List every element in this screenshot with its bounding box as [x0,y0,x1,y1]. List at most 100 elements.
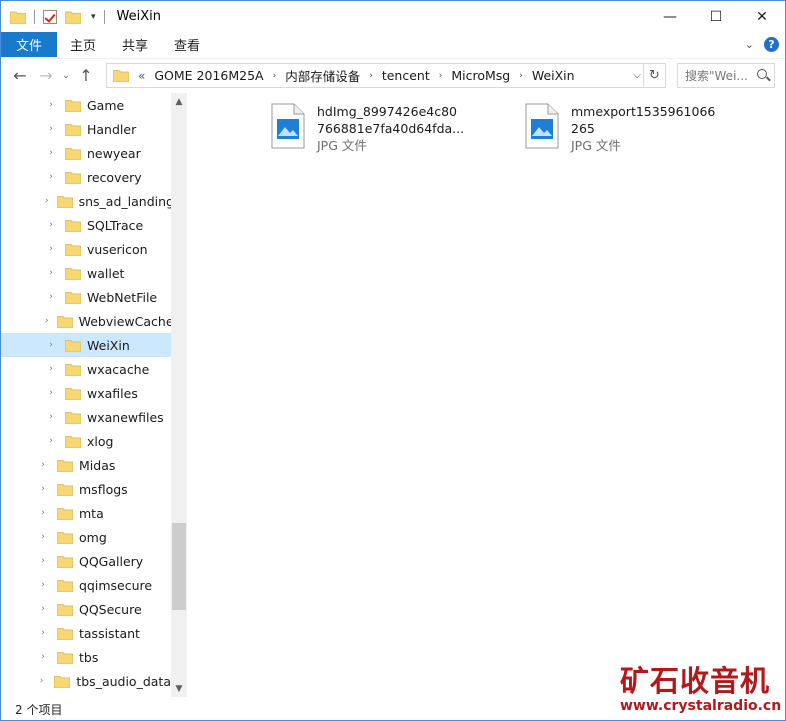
expand-arrow-icon[interactable]: › [37,676,46,686]
tree-item[interactable]: › Handler [1,117,171,141]
scroll-up-icon[interactable]: ▲ [171,93,187,110]
tree-item[interactable]: › SQLTrace [1,213,171,237]
tree-item[interactable]: › QQGallery [1,549,171,573]
window-title: WeiXin [116,9,161,24]
tree-item-label: newyear [87,145,141,161]
minimize-button[interactable]: — [647,1,693,32]
expand-arrow-icon[interactable]: › [45,172,57,182]
tree-item[interactable]: › sns_ad_landing [1,189,174,213]
properties-icon[interactable] [43,9,57,24]
tree-item[interactable]: › wxanewfiles [1,405,171,429]
up-button[interactable]: ↑ [73,66,99,85]
expand-arrow-icon[interactable]: › [37,580,49,590]
search-icon [757,69,767,79]
chevron-right-icon[interactable]: › [270,71,280,81]
expand-arrow-icon[interactable]: › [37,508,49,518]
address-bar[interactable]: « GOME 2016M25A › 内部存储设备 › tencent › Mic… [106,63,666,88]
tree-item[interactable]: › tassistant [1,621,171,645]
tree-item[interactable]: › wallet [1,261,171,285]
tree-item[interactable]: › Game [1,93,171,117]
breadcrumb-item[interactable]: WeiXin [526,68,581,83]
folder-icon [65,99,81,112]
folder-icon[interactable] [10,10,26,24]
tree-item-label: recovery [87,169,142,185]
customize-toolbar-icon[interactable]: ▾ [91,12,96,22]
breadcrumb-item[interactable]: GOME 2016M25A [148,68,269,83]
expand-arrow-icon[interactable]: › [37,556,49,566]
recent-locations-button[interactable]: ⌄ [59,71,73,81]
maximize-button[interactable]: ☐ [693,1,739,32]
folder-icon [57,627,73,640]
tree-item[interactable]: › tbs [1,645,171,669]
toolbar-divider [103,9,105,24]
breadcrumb-item[interactable]: tencent [376,68,436,83]
expand-arrow-icon[interactable]: › [37,604,49,614]
tab-file[interactable]: 文件 [1,32,57,57]
back-button[interactable]: ← [7,66,33,85]
tree-item[interactable]: › omg [1,525,171,549]
tree-item[interactable]: › qqimsecure [1,573,171,597]
expand-arrow-icon[interactable]: › [37,652,49,662]
expand-arrow-icon[interactable]: › [45,268,57,278]
breadcrumb-item[interactable]: 内部存储设备 [279,66,366,85]
nav-scrollbar[interactable]: ▲ ▼ [171,93,187,697]
search-input[interactable]: 搜索"Wei... [677,63,775,88]
expand-arrow-icon[interactable]: › [37,460,49,470]
file-item[interactable]: hdImg_8997426e4c80 766881e7fa40d64fda...… [271,103,521,163]
expand-arrow-icon[interactable]: › [45,148,57,158]
folder-icon [57,483,73,496]
tree-item[interactable]: › recovery [1,165,171,189]
forward-button[interactable]: → [33,66,59,85]
expand-arrow-icon[interactable]: › [45,388,57,398]
tree-item[interactable]: › QQSecure [1,597,171,621]
tree-item[interactable]: › WeiXin [1,333,171,357]
expand-ribbon-icon[interactable]: ⌄ [745,38,754,51]
tab-view[interactable]: 查看 [161,32,213,57]
expand-arrow-icon[interactable]: › [45,220,57,230]
expand-arrow-icon[interactable]: › [37,532,49,542]
chevron-right-icon[interactable]: › [516,71,526,81]
tab-home[interactable]: 主页 [57,32,109,57]
tree-item[interactable]: › tbs_audio_data [1,669,171,693]
expand-arrow-icon[interactable]: › [45,124,57,134]
folder-icon [65,411,81,424]
expand-arrow-icon[interactable]: › [45,340,57,350]
tab-share[interactable]: 共享 [109,32,161,57]
tree-item[interactable]: › xlog [1,429,171,453]
folder-icon [57,651,73,664]
tree-item[interactable]: › msflogs [1,477,171,501]
expand-arrow-icon[interactable]: › [45,316,49,326]
chevron-right-icon[interactable]: › [436,71,446,81]
file-item[interactable]: mmexport1535961066 265 JPG 文件 [525,103,775,163]
help-icon[interactable]: ? [764,37,779,52]
breadcrumb-overflow[interactable]: « [135,69,148,83]
expand-arrow-icon[interactable]: › [45,100,57,110]
expand-arrow-icon[interactable]: › [37,484,49,494]
tree-item[interactable]: › wxafiles [1,381,171,405]
tree-item[interactable]: › newyear [1,141,171,165]
expand-arrow-icon[interactable]: › [45,244,57,254]
breadcrumb-item[interactable]: MicroMsg [445,68,516,83]
watermark-title: 矿石收音机 [620,664,771,698]
new-folder-icon[interactable] [65,10,81,24]
tree-item[interactable]: › WebviewCache [1,309,174,333]
tree-item[interactable]: › Midas [1,453,171,477]
navigation-pane: › Game › Handler › newyear › recovery › sns_ad_la… [1,93,187,697]
expand-arrow-icon[interactable]: › [45,292,57,302]
tree-item[interactable]: › vusericon [1,237,171,261]
expand-arrow-icon[interactable]: › [45,196,49,206]
chevron-down-icon[interactable]: ⌵ [633,64,641,87]
scroll-down-icon[interactable]: ▼ [171,680,187,697]
close-button[interactable]: ✕ [739,1,785,32]
tree-item[interactable]: › WebNetFile [1,285,171,309]
tree-item-label: tassistant [79,625,140,641]
scrollbar-thumb[interactable] [172,523,186,610]
expand-arrow-icon[interactable]: › [45,412,57,422]
tree-item[interactable]: › wxacache [1,357,171,381]
expand-arrow-icon[interactable]: › [37,628,49,638]
refresh-button[interactable]: ↻ [643,64,665,87]
expand-arrow-icon[interactable]: › [45,436,57,446]
expand-arrow-icon[interactable]: › [45,364,57,374]
chevron-right-icon[interactable]: › [366,71,376,81]
tree-item[interactable]: › mta [1,501,171,525]
